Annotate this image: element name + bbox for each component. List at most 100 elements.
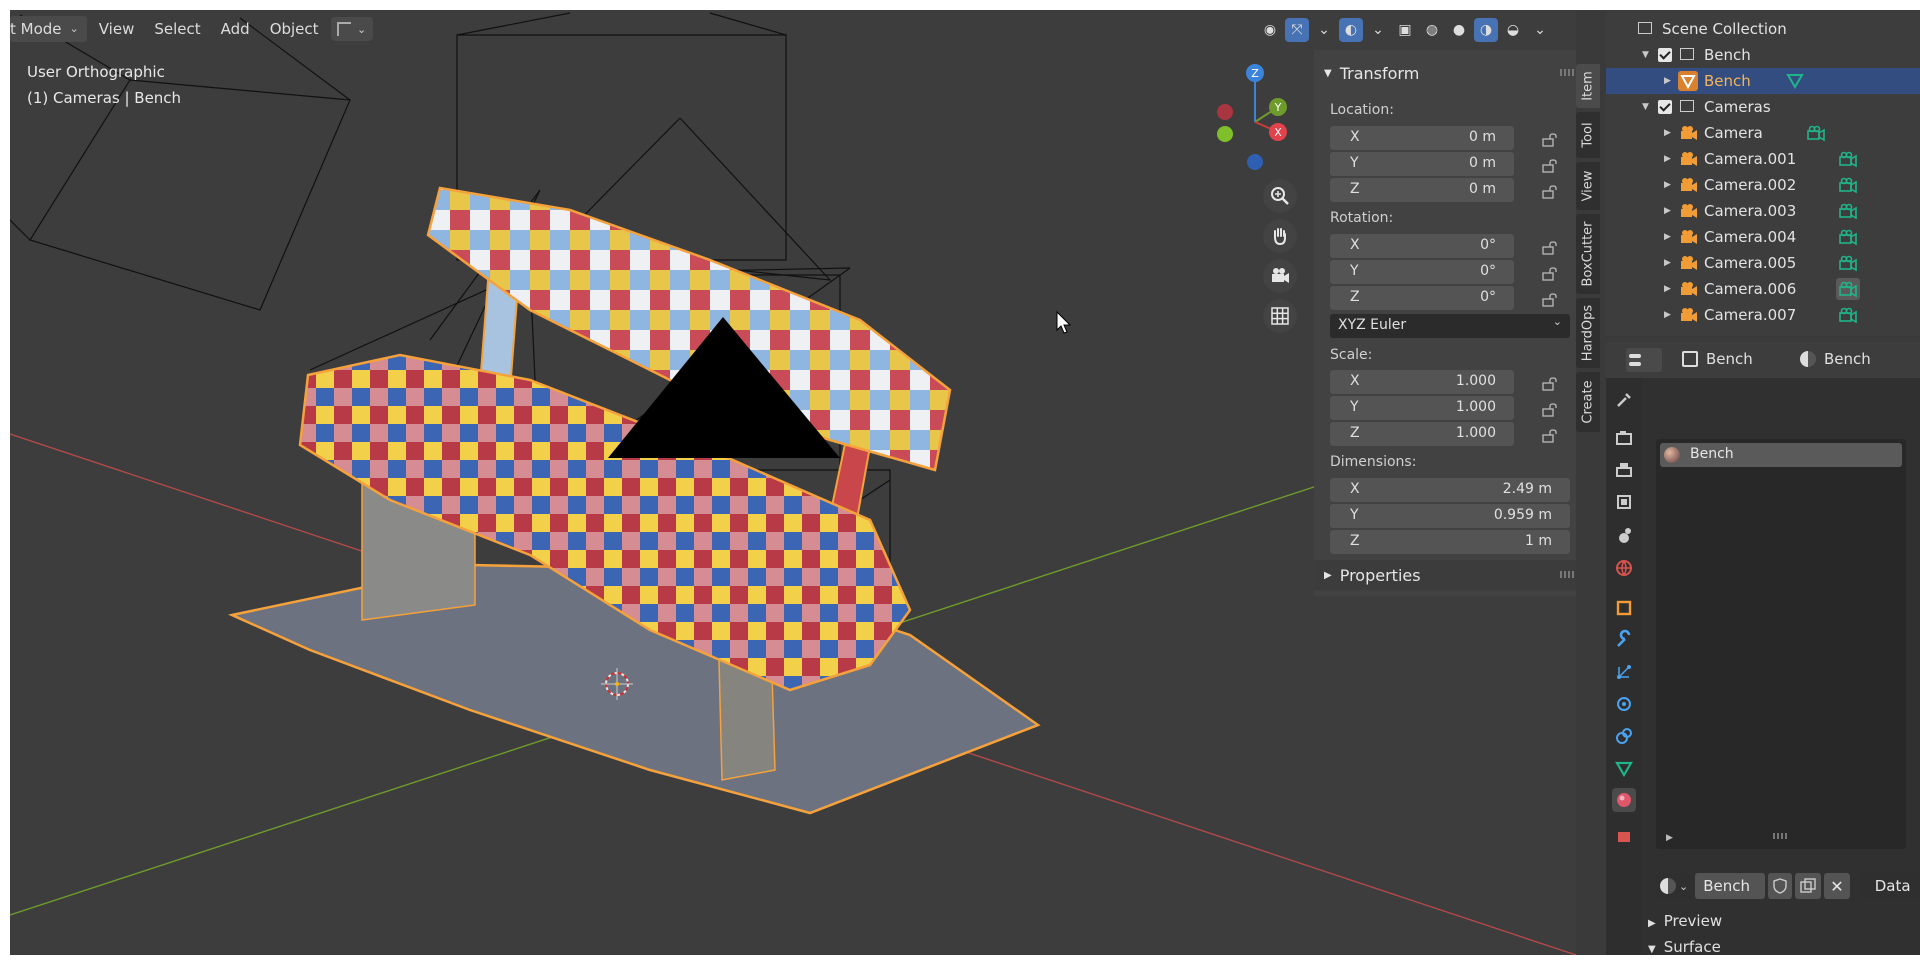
material-name-field[interactable]: Bench [1695,873,1766,899]
render-properties-icon[interactable] [1612,426,1636,450]
camera-data-icon[interactable] [1836,278,1860,300]
camera-data-icon[interactable] [1838,176,1858,198]
location-y-field[interactable]: Y 0 m [1330,152,1514,176]
tab-boxcutter[interactable]: BoxCutter [1576,214,1600,294]
breadcrumb-object[interactable]: Bench [1706,350,1753,368]
resize-grip-icon[interactable] [1773,833,1787,839]
chevron-down-icon[interactable]: ⌄ [1366,18,1390,42]
camera-data-icon[interactable] [1806,124,1826,146]
surface-section-header[interactable]: ▼ Surface [1648,938,1721,955]
scene-properties-icon[interactable] [1612,524,1636,548]
link-data-select[interactable]: Data [1860,873,1920,899]
camera-data-icon[interactable] [1838,254,1858,276]
outliner-row[interactable]: ▶ Camera.001 [1606,146,1920,172]
modifier-wrench-icon[interactable] [1612,628,1636,652]
lock-icon[interactable] [1542,292,1560,311]
outliner-row[interactable]: ▶ Camera.005 [1606,250,1920,276]
mesh-data-icon[interactable] [1786,72,1804,94]
world-properties-icon[interactable] [1612,556,1636,580]
scale-y-field[interactable]: Y 1.000 [1330,396,1514,420]
menu-object[interactable]: Object [262,17,327,41]
material-slot-item[interactable]: Bench [1660,443,1902,467]
outliner-row[interactable]: ▶ Camera.006 [1606,276,1920,302]
editor-type-dropdown[interactable] [1626,348,1662,372]
3d-viewport[interactable]: Z Y X t Mode ⌄ View Select Add Object ⌄ … [10,10,1576,955]
lock-icon[interactable] [1542,402,1560,421]
outliner-scene-collection[interactable]: Scene Collection [1606,16,1920,42]
output-properties-icon[interactable] [1612,458,1636,482]
menu-add[interactable]: Add [213,17,258,41]
breadcrumb-material[interactable]: Bench [1824,350,1871,368]
solid-shading-icon[interactable]: ● [1447,18,1471,42]
grid-ortho-icon[interactable] [1263,299,1297,333]
camera-view-icon[interactable] [1263,259,1297,293]
triangle-right-icon[interactable]: ▶ [1666,833,1673,843]
material-browse-dropdown[interactable]: ⌄ [1656,873,1693,899]
dimensions-x-field[interactable]: X 2.49 m [1330,478,1570,502]
outliner-row[interactable]: ▶ Camera.003 [1606,198,1920,224]
preview-section-header[interactable]: ▶ Preview [1648,912,1722,930]
xray-toggle-icon[interactable]: ▣ [1393,18,1417,42]
outliner-row-selected[interactable]: ▶ Bench [1606,68,1920,94]
outliner-row[interactable]: ▶ Camera.002 [1606,172,1920,198]
scale-z-field[interactable]: Z 1.000 [1330,422,1514,446]
mesh-data-icon[interactable] [1612,756,1636,780]
outliner-row[interactable]: ▼ Cameras [1606,94,1920,120]
wireframe-shading-icon[interactable]: ◍ [1420,18,1444,42]
view-layer-icon[interactable] [1612,490,1636,514]
tool-settings-icon[interactable] [1612,388,1636,412]
tab-item[interactable]: Item [1576,64,1600,108]
rendered-shading-icon[interactable]: ◒ [1501,18,1525,42]
camera-data-icon[interactable] [1838,202,1858,224]
lock-icon[interactable] [1542,266,1560,285]
scale-x-field[interactable]: X 1.000 [1330,370,1514,394]
checkbox[interactable] [1658,100,1672,114]
tab-view[interactable]: View [1576,162,1600,210]
camera-data-icon[interactable] [1838,228,1858,250]
lock-icon[interactable] [1542,158,1560,177]
drag-grip-icon[interactable] [1560,571,1574,578]
mode-selector[interactable]: t Mode ⌄ [10,16,87,42]
lock-icon[interactable] [1542,184,1560,203]
texture-icon[interactable] [1612,822,1636,846]
lock-icon[interactable] [1542,428,1560,447]
tab-tool[interactable]: Tool [1576,112,1600,158]
properties-panel-header[interactable]: ▶ Properties [1314,560,1576,590]
dimensions-y-field[interactable]: Y 0.959 m [1330,504,1570,528]
unlink-close-icon[interactable]: ✕ [1824,873,1850,899]
rotation-x-field[interactable]: X 0° [1330,234,1514,258]
visibility-icon[interactable]: ◉ [1258,18,1282,42]
object-properties-icon[interactable] [1612,596,1636,620]
tab-hardops[interactable]: HardOps [1576,298,1600,368]
checkbox[interactable] [1658,48,1672,62]
outliner-row[interactable]: ▶ Camera.004 [1606,224,1920,250]
lock-icon[interactable] [1542,240,1560,259]
rotation-z-field[interactable]: Z 0° [1330,286,1514,310]
outliner-row[interactable]: ▼ Bench [1606,42,1920,68]
material-slot-list[interactable]: Bench ▶ [1656,439,1906,849]
physics-icon[interactable] [1612,692,1636,716]
drag-grip-icon[interactable] [1560,69,1574,76]
camera-data-icon[interactable] [1838,306,1858,328]
zoom-icon[interactable] [1263,179,1297,213]
tab-create[interactable]: Create [1576,372,1600,432]
dimensions-z-field[interactable]: Z 1 m [1330,530,1570,554]
duplicate-icon[interactable] [1795,873,1822,899]
constraints-icon[interactable] [1612,724,1636,748]
camera-data-icon[interactable] [1838,150,1858,172]
lock-icon[interactable] [1542,376,1560,395]
transform-orientation-dropdown[interactable]: ⌄ [330,17,373,41]
outliner-row[interactable]: ▶ Camera [1606,120,1920,146]
particles-icon[interactable] [1612,660,1636,684]
overlay-toggle-icon[interactable]: ◐ [1339,18,1363,42]
fake-user-shield-icon[interactable] [1768,873,1793,899]
pan-hand-icon[interactable] [1263,219,1297,253]
transform-panel-header[interactable]: ▼ Transform [1314,58,1576,88]
location-x-field[interactable]: X 0 m [1330,126,1514,150]
lock-icon[interactable] [1542,132,1560,151]
location-z-field[interactable]: Z 0 m [1330,178,1514,202]
chevron-down-icon[interactable]: ⌄ [1312,18,1336,42]
menu-select[interactable]: Select [146,17,208,41]
menu-view[interactable]: View [91,17,143,41]
gizmo-toggle-icon[interactable]: ⤧ [1285,18,1309,42]
